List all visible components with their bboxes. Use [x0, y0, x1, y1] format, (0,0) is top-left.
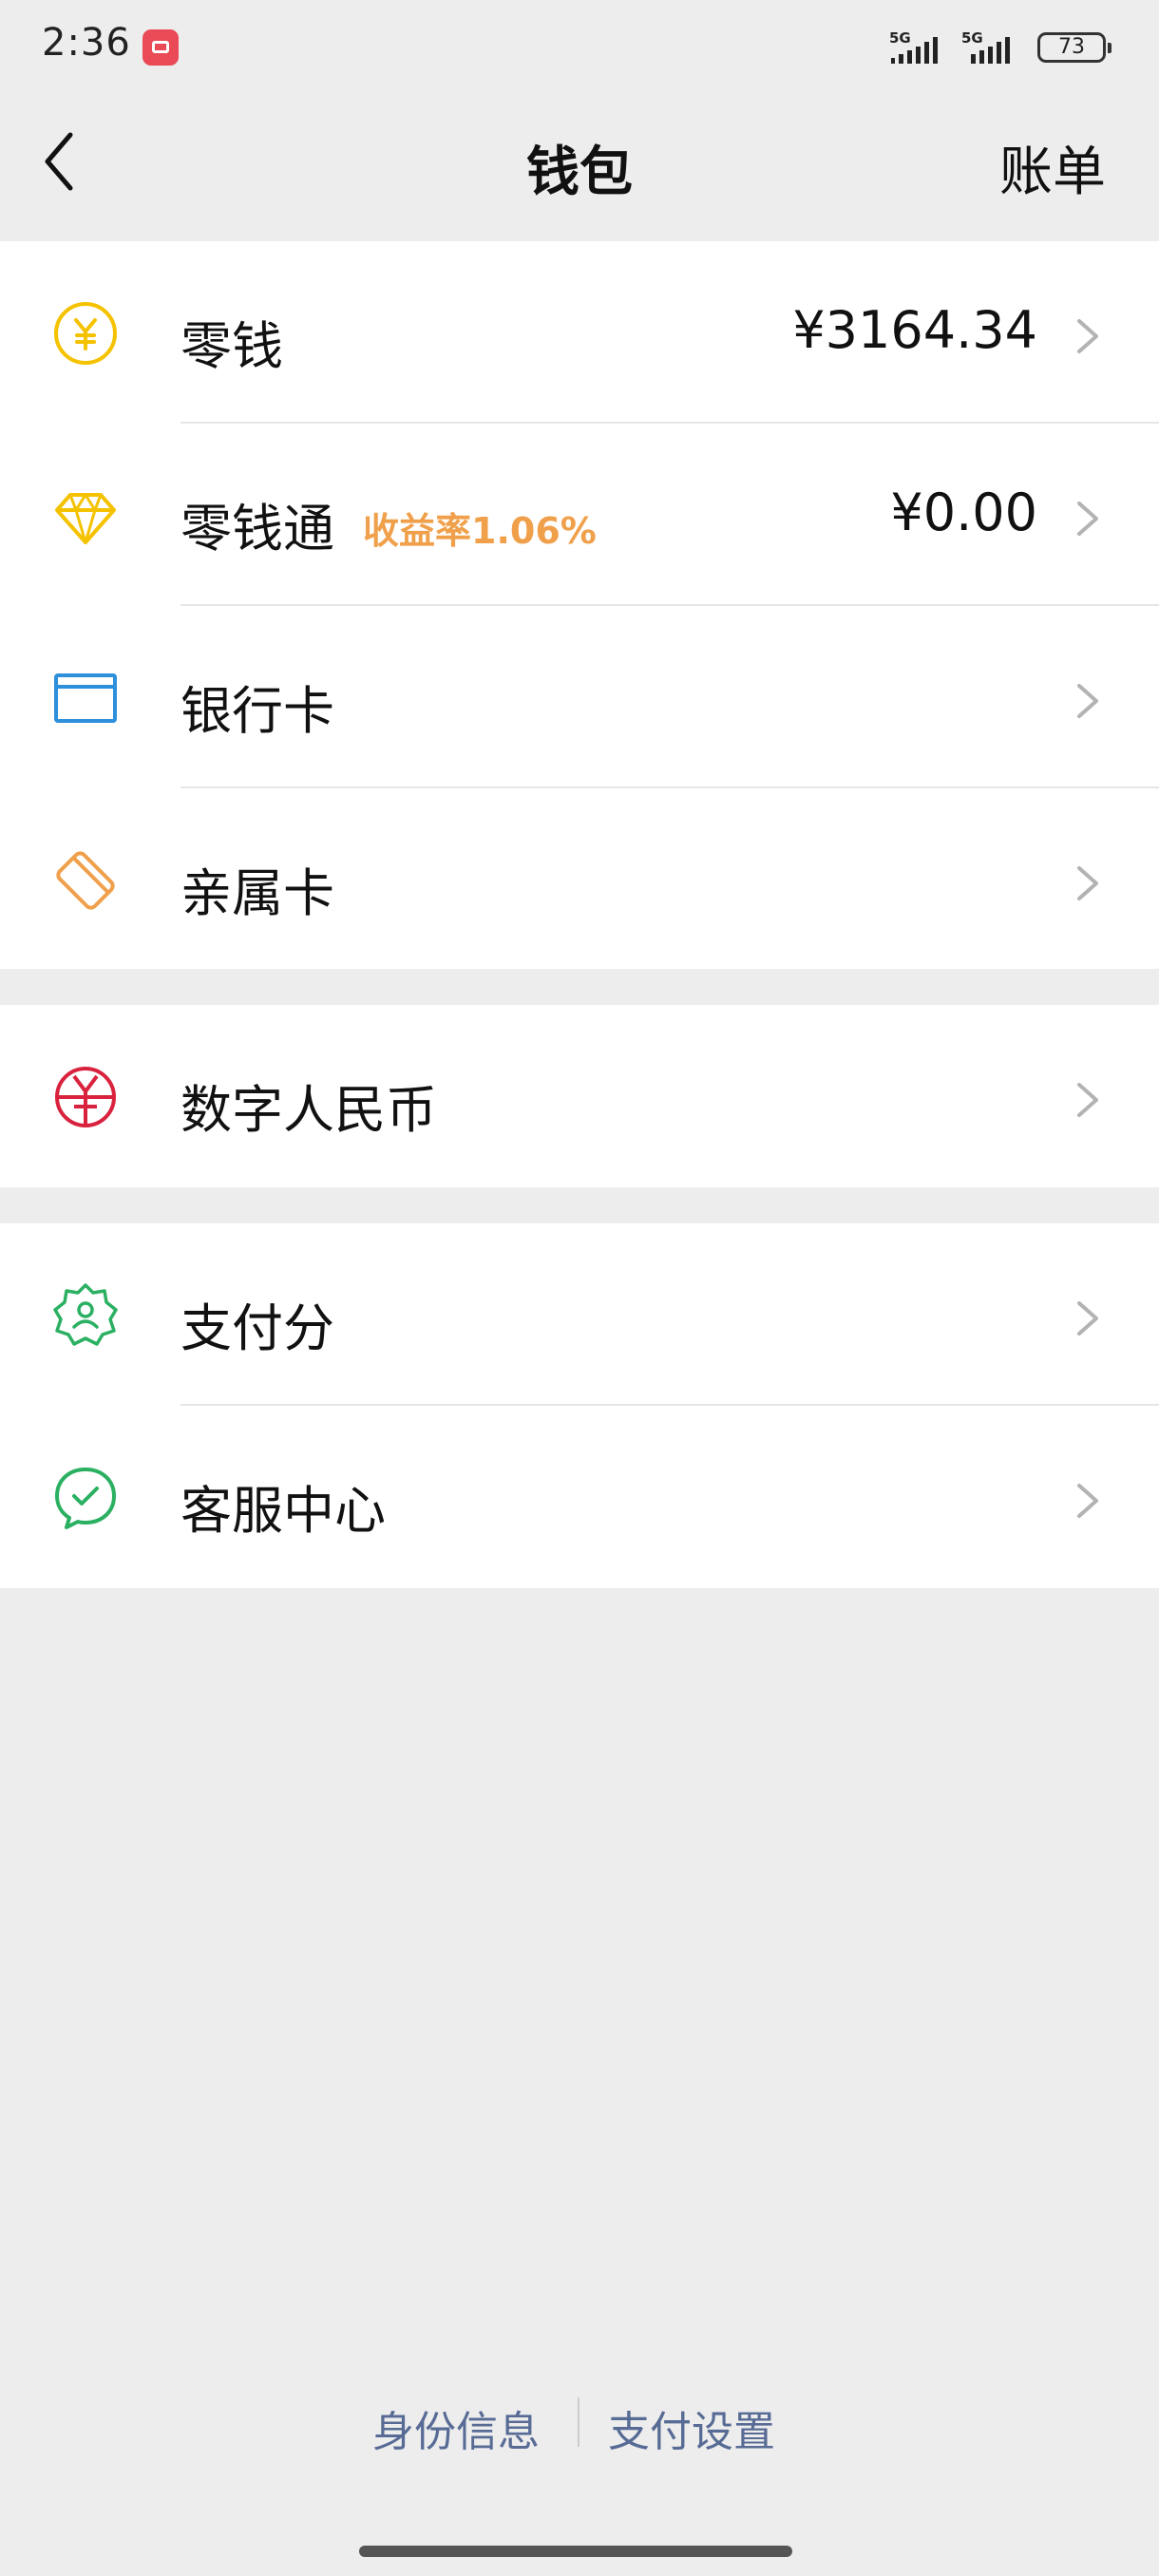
row-change-plus[interactable]: 零钱通 收益率1.06% ¥0.00: [0, 424, 1159, 606]
balance-value: ¥3164.34: [792, 300, 1037, 360]
diamond-icon: [55, 493, 116, 544]
home-indicator[interactable]: [359, 2546, 792, 2557]
chevron-right-icon: [1077, 1484, 1098, 1518]
balance-value: ¥0.00: [890, 483, 1037, 542]
signal-5g-icon: 5G: [889, 29, 938, 64]
wallet-group-digital: 数字人民币: [0, 1005, 1159, 1187]
family-card-icon: [56, 851, 115, 910]
chevron-right-icon: [1077, 1301, 1098, 1335]
payment-settings-link[interactable]: 支付设置: [608, 2397, 775, 2458]
row-customer-service[interactable]: 客服中心: [0, 1406, 1159, 1588]
row-label: 零钱通: [180, 499, 334, 559]
page-title: 钱包: [526, 142, 633, 203]
footer-divider: [578, 2397, 580, 2447]
customer-service-icon: [55, 1468, 116, 1529]
chevron-right-icon: [1077, 319, 1098, 353]
nav-bar: 钱包 账单: [0, 95, 1159, 241]
chevron-right-icon: [1077, 866, 1098, 900]
chevron-right-icon: [1077, 1083, 1098, 1117]
bill-button[interactable]: 账单: [999, 129, 1106, 206]
row-label: 客服中心: [180, 1481, 386, 1541]
row-bank-card[interactable]: 银行卡: [0, 606, 1159, 788]
row-change[interactable]: 零钱 ¥3164.34: [0, 241, 1159, 424]
digital-rmb-icon: [55, 1067, 116, 1127]
row-label: 银行卡: [180, 681, 334, 741]
battery-icon: 73: [1037, 32, 1112, 63]
chevron-right-icon: [1077, 502, 1098, 536]
footer-links: 身份信息 支付设置: [0, 2384, 1159, 2460]
status-bar: 2:36 5G 5G 73: [0, 0, 1159, 95]
row-pay-score[interactable]: 支付分: [0, 1223, 1159, 1406]
yield-rate-badge: 收益率1.06%: [363, 510, 597, 552]
identity-info-link[interactable]: 身份信息: [372, 2397, 540, 2458]
row-label: 支付分: [180, 1298, 334, 1358]
bank-card-icon: [54, 673, 117, 723]
row-label: 数字人民币: [180, 1080, 437, 1140]
row-family-card[interactable]: 亲属卡: [0, 788, 1159, 971]
status-time: 2:36: [42, 21, 131, 65]
wallet-group-main: 零钱 ¥3164.34 零钱通 收益率1.06% ¥0.00 银行卡 亲属卡: [0, 241, 1159, 969]
wallet-group-services: 支付分 客服中心: [0, 1223, 1159, 1588]
pay-score-icon: [53, 1283, 118, 1346]
row-label: 零钱: [180, 316, 283, 376]
notification-app-icon: [142, 29, 179, 66]
network-label-2: 5G: [961, 29, 983, 47]
row-digital-rmb[interactable]: 数字人民币: [0, 1005, 1159, 1187]
yen-coin-icon: [54, 302, 117, 365]
network-label-1: 5G: [889, 29, 911, 47]
chevron-right-icon: [1077, 684, 1098, 718]
row-label: 亲属卡: [180, 863, 334, 923]
signal-5g-icon: 5G: [961, 29, 1010, 64]
